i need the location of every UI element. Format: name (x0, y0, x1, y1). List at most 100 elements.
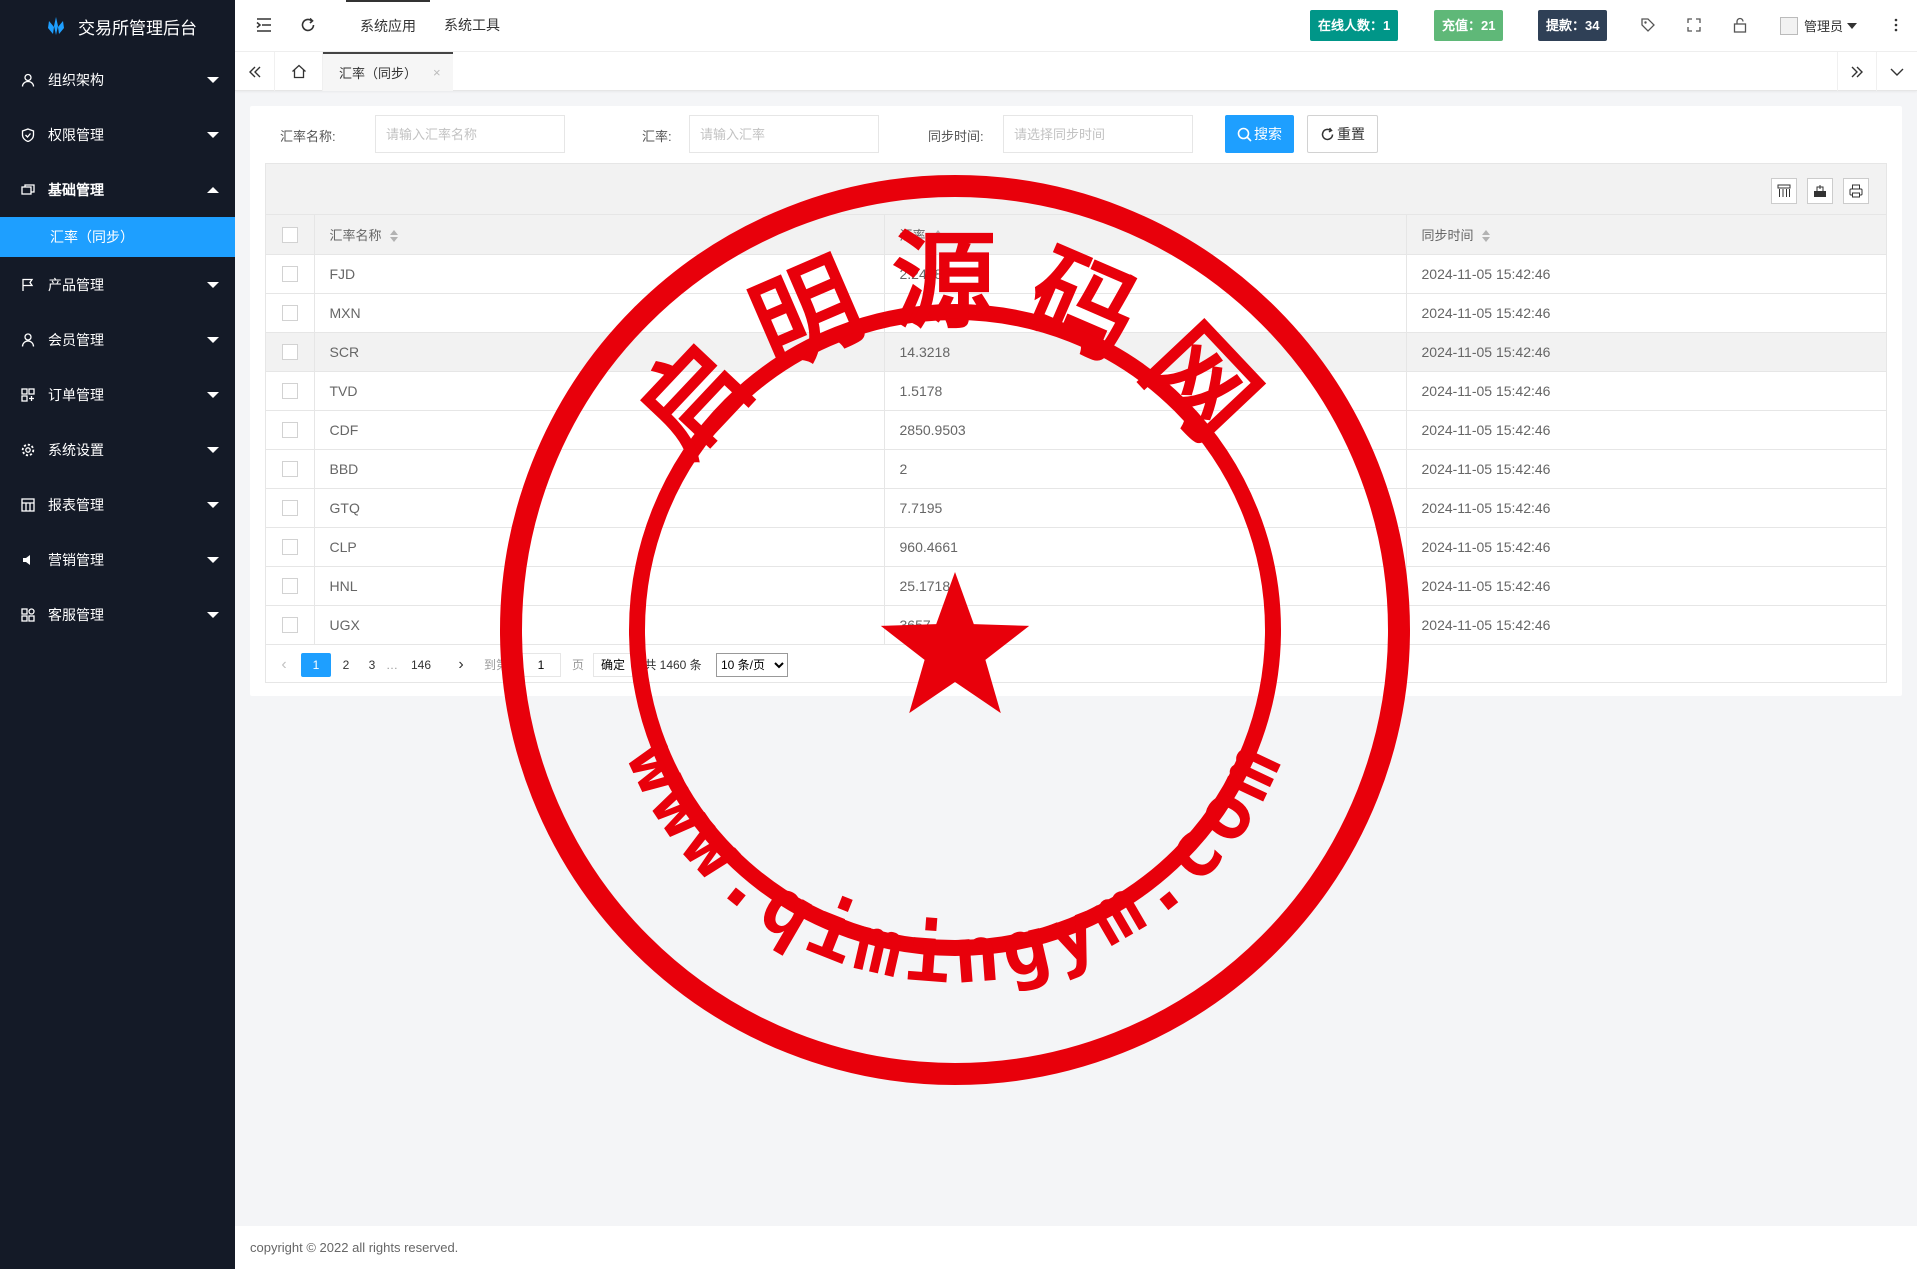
table-row[interactable]: BBD 2 2024-11-05 15:42:46 (266, 449, 1886, 489)
print-icon[interactable] (1843, 178, 1869, 204)
row-checkbox[interactable] (281, 500, 298, 517)
page-3-button[interactable]: 3 (361, 653, 383, 677)
chevron-down-icon (207, 556, 219, 563)
next-page-button[interactable]: › (451, 653, 471, 677)
page-size-select[interactable]: 10 条/页20 条/页30 条/页50 条/页 (716, 652, 788, 677)
sync-time-input[interactable] (1003, 115, 1193, 153)
row-checkbox[interactable] (281, 461, 298, 478)
online-count-badge[interactable]: 在线人数：1 (1310, 10, 1399, 41)
sidebar-item-label: 客服管理 (48, 606, 104, 623)
column-header-name[interactable]: 汇率名称 (314, 215, 885, 255)
row-checkbox[interactable] (281, 305, 298, 322)
export-icon[interactable] (1807, 178, 1833, 204)
last-page-button[interactable]: 146 (401, 653, 441, 677)
user-menu[interactable]: 管理员 (1780, 16, 1858, 35)
sidebar-item-1[interactable]: 权限管理 (0, 107, 235, 162)
menu-fold-icon[interactable] (253, 14, 275, 36)
table-row[interactable]: CLP 960.4661 2024-11-05 15:42:46 (266, 527, 1886, 567)
tab-scroll-left-icon[interactable] (235, 52, 275, 91)
tab-exchange-rate[interactable]: 汇率（同步） × (323, 52, 453, 91)
tab-scroll-right-icon[interactable] (1837, 52, 1877, 91)
page-1-button[interactable]: 1 (301, 652, 331, 677)
rate-name-input[interactable] (375, 115, 565, 153)
sidebar-subitem-exchange-rate[interactable]: 汇率（同步） (0, 217, 235, 257)
sort-icon[interactable] (1481, 230, 1490, 243)
user-group-icon (20, 72, 35, 87)
cell-name: FJD (314, 254, 885, 294)
select-all-checkbox[interactable] (281, 226, 298, 243)
app-logo[interactable]: 交易所管理后台 (0, 0, 235, 52)
cell-time: 2024-11-05 15:42:46 (1406, 332, 1886, 372)
top-header: 系统应用 系统工具 在线人数：1 充值：21 提款：34 管理员 (235, 0, 1917, 52)
pagination: ‹ 1 2 3 … 146 › 到第 页 确定 共 1460 条 10 条/页2… (266, 645, 1886, 684)
row-checkbox[interactable] (281, 344, 298, 361)
data-table: 汇率名称 汇率 同步时间 FJD 2.2438 2024-11-05 15:42:4… (265, 163, 1887, 683)
recharge-count-badge[interactable]: 充值：21 (1434, 10, 1504, 41)
column-header-rate[interactable]: 汇率 (884, 215, 1407, 255)
avatar (1780, 16, 1798, 35)
sidebar-item-5[interactable]: 订单管理 (0, 367, 235, 422)
sidebar-item-6[interactable]: 系统设置 (0, 422, 235, 477)
sidebar: 交易所管理后台 组织架构 权限管理基础管理汇率（同步） 产品管理 会员管理订单管理系统… (0, 0, 235, 1269)
sidebar-item-8[interactable]: 营销管理 (0, 532, 235, 587)
sidebar-item-2[interactable]: 基础管理 (0, 162, 235, 217)
logo-icon (48, 17, 64, 35)
row-checkbox[interactable] (281, 539, 298, 556)
row-checkbox[interactable] (281, 383, 298, 400)
table-row[interactable]: CDF 2850.9503 2024-11-05 15:42:46 (266, 410, 1886, 450)
withdraw-count-badge[interactable]: 提款：34 (1538, 10, 1608, 41)
lock-icon[interactable] (1729, 14, 1751, 36)
goto-confirm-button[interactable]: 确定 (593, 652, 633, 677)
more-vertical-icon[interactable] (1885, 14, 1907, 36)
cell-time: 2024-11-05 15:42:46 (1406, 371, 1886, 411)
cell-rate: 25.1718 (884, 566, 1407, 606)
table-row[interactable]: UGX 3657.46 2024-11-05 15:42:46 (266, 605, 1886, 645)
home-icon[interactable] (275, 52, 323, 91)
goto-page-input[interactable] (521, 652, 561, 677)
rate-input[interactable] (689, 115, 879, 153)
sidebar-item-9[interactable]: 客服管理 (0, 587, 235, 642)
reset-button[interactable]: 重置 (1307, 115, 1378, 153)
table-row[interactable]: HNL 25.1718 2024-11-05 15:42:46 (266, 566, 1886, 606)
flag-icon (20, 277, 35, 292)
header-tab-tools[interactable]: 系统工具 (430, 0, 514, 52)
sidebar-item-label: 基础管理 (48, 181, 104, 198)
header-tab-app[interactable]: 系统应用 (346, 0, 430, 52)
cell-time: 2024-11-05 15:42:46 (1406, 254, 1886, 294)
column-header-sync-time[interactable]: 同步时间 (1406, 215, 1886, 255)
chevron-down-icon (207, 501, 219, 508)
columns-filter-icon[interactable] (1771, 178, 1797, 204)
tag-icon[interactable] (1637, 14, 1659, 36)
table-row[interactable]: MXN 20.101 2024-11-05 15:42:46 (266, 293, 1886, 333)
sidebar-item-0[interactable]: 组织架构 (0, 52, 235, 107)
row-checkbox[interactable] (281, 266, 298, 283)
gear-icon (20, 442, 35, 457)
fullscreen-icon[interactable] (1683, 14, 1705, 36)
row-checkbox[interactable] (281, 578, 298, 595)
sidebar-item-label: 订单管理 (48, 386, 104, 403)
cell-name: HNL (314, 566, 885, 606)
table-row[interactable]: GTQ 7.7195 2024-11-05 15:42:46 (266, 488, 1886, 528)
table-row[interactable]: SCR 14.3218 2024-11-05 15:42:46 (266, 332, 1886, 372)
cell-name: CDF (314, 410, 885, 450)
search-button[interactable]: 搜索 (1225, 115, 1294, 153)
sidebar-item-3[interactable]: 产品管理 (0, 257, 235, 312)
table-row[interactable]: TVD 1.5178 2024-11-05 15:42:46 (266, 371, 1886, 411)
tab-menu-chevron-down-icon[interactable] (1877, 52, 1917, 91)
table-row[interactable]: FJD 2.2438 2024-11-05 15:42:46 (266, 254, 1886, 294)
sort-icon[interactable] (389, 230, 398, 243)
row-checkbox[interactable] (281, 422, 298, 439)
row-checkbox[interactable] (281, 617, 298, 634)
refresh-icon (1320, 127, 1335, 142)
close-icon[interactable]: × (433, 65, 441, 80)
prev-page-button[interactable]: ‹ (274, 653, 294, 677)
speaker-icon (20, 552, 35, 567)
row-select-cell (266, 527, 315, 567)
sidebar-item-4[interactable]: 会员管理 (0, 312, 235, 367)
page-2-button[interactable]: 2 (331, 653, 361, 677)
table-body: FJD 2.2438 2024-11-05 15:42:46 MXN 20.101 202… (266, 254, 1886, 645)
refresh-icon[interactable] (297, 14, 319, 36)
sort-icon[interactable] (933, 230, 942, 243)
sidebar-item-7[interactable]: 报表管理 (0, 477, 235, 532)
cell-time: 2024-11-05 15:42:46 (1406, 293, 1886, 333)
